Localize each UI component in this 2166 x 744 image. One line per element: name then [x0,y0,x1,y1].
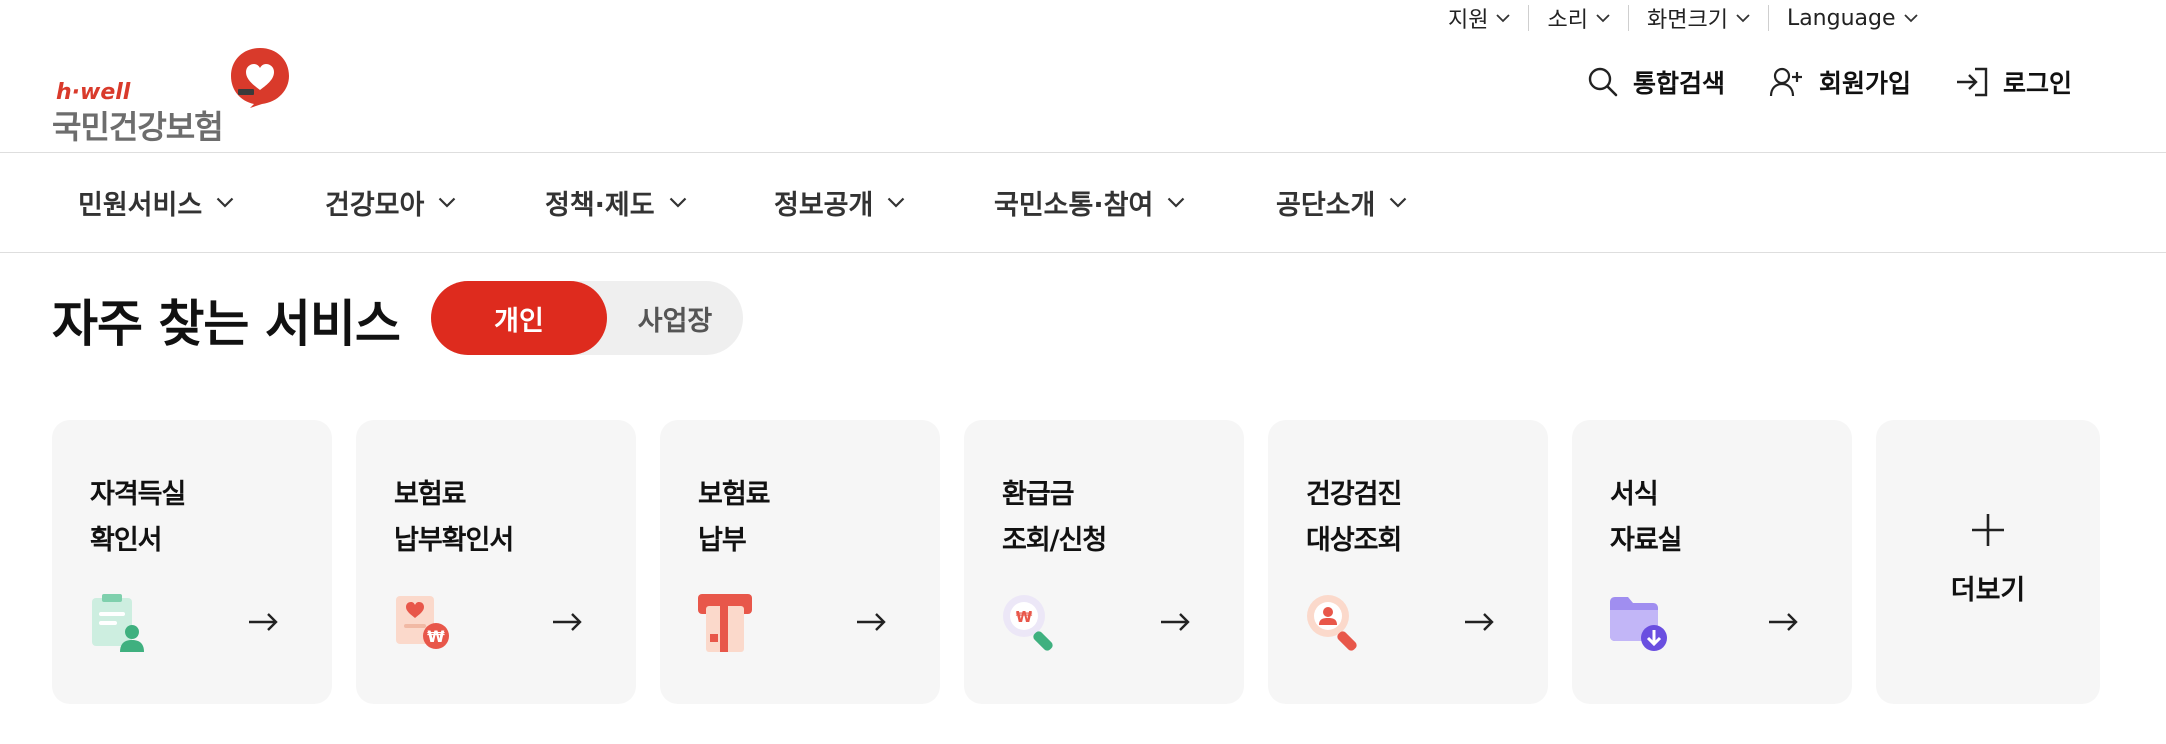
header: h·well 국민건강보험 통합검색 회원가입 로그인 [0,36,2166,153]
add-user-icon [1769,67,1802,97]
chevron-down-icon [888,197,905,208]
card-title: 서식 자료실 [1610,479,1683,556]
logo-name: 국민건강보험 [52,108,224,146]
arrow-right-icon [1161,613,1190,631]
services-toggle: 개인 사업장 [431,281,743,355]
nav-policy[interactable]: 정책·제도 [545,183,687,222]
site-logo[interactable]: h·well 국민건강보험 [52,46,292,146]
chevron-down-icon [439,197,456,208]
card-title: 환급금 조회/신청 [1002,479,1107,556]
more-services-button[interactable]: 더보기 [1876,420,2100,704]
chevron-down-icon [1736,13,1750,22]
nav-civil-services-label: 민원서비스 [78,190,203,221]
service-card[interactable]: 자격득실 확인서 [52,420,332,704]
refund-search-icon: ₩ [1003,595,1053,651]
utility-language-label: Language [1786,5,1896,31]
card-title: 보험료 납부확인서 [394,479,514,556]
svg-text:₩: ₩ [427,627,445,646]
utility-support[interactable]: 지원 [1430,5,1528,33]
chevron-down-icon [1903,13,1918,22]
chevron-down-icon [1390,197,1407,208]
nav-policy-label: 정책·제도 [545,190,655,221]
arrow-right-icon [249,613,278,631]
search-icon [1588,67,1618,97]
card-title: 보험료 납부 [698,479,771,556]
nav-disclosure[interactable]: 정보공개 [774,183,905,222]
login-button[interactable]: 로그인 [1955,64,2072,100]
download-folder-icon [1610,597,1667,651]
chevron-down-icon [1596,13,1610,22]
nav-disclosure-label: 정보공개 [774,190,874,221]
utility-screen-size[interactable]: 화면크기 [1627,5,1768,33]
signup-label: 회원가입 [1818,69,1911,98]
arrow-right-icon [857,613,886,631]
payment-certificate-icon: ₩ [396,596,449,649]
card-title: 건강검진 대상조회 [1306,479,1402,556]
utility-bar: 지원 소리 화면크기 Language [1430,0,1936,36]
nav-communication[interactable]: 국민소통·참여 [994,183,1185,222]
login-label: 로그인 [2002,69,2072,98]
search-label: 통합검색 [1632,69,1725,98]
service-card[interactable]: 보험료 납부확인서 ₩ [356,420,636,704]
signup-button[interactable]: 회원가입 [1769,64,1911,100]
main-navigation: 민원서비스 건강모아 정책·제도 정보공개 국민소통·참여 공단소개 [0,153,2166,253]
service-card[interactable]: 환급금 조회/신청 ₩ [964,420,1244,704]
nav-about[interactable]: 공단소개 [1276,183,1407,222]
card-title: 자격득실 확인서 [90,479,186,556]
heart-logo-icon [231,48,289,108]
arrow-right-icon [1769,613,1798,631]
utility-sound[interactable]: 소리 [1528,5,1627,33]
chevron-down-icon [216,197,234,208]
arrow-right-icon [1465,613,1494,631]
more-label: 더보기 [1950,575,2026,606]
card-payment-icon [698,594,752,652]
integrated-search-button[interactable]: 통합검색 [1587,64,1725,100]
chevron-down-icon [1496,13,1511,22]
services-title: 자주 찾는 서비스 [52,295,401,353]
plus-icon [1972,514,2004,546]
nav-health-moa-label: 건강모아 [325,190,425,221]
service-card[interactable]: 보험료 납부 [660,420,940,704]
utility-sound-label: 소리 [1547,8,1588,33]
chevron-down-icon [1168,197,1185,208]
checkup-search-icon [1307,595,1357,651]
toggle-business[interactable]: 사업장 [607,281,743,355]
utility-language[interactable]: Language [1767,5,1936,31]
utility-screen-size-label: 화면크기 [1646,8,1728,33]
utility-support-label: 지원 [1448,8,1489,33]
qualification-document-icon [92,594,144,652]
header-actions: 통합검색 회원가입 로그인 [1543,64,2072,100]
service-card[interactable]: 서식 자료실 [1572,420,1852,704]
nav-civil-services[interactable]: 민원서비스 [78,183,234,222]
nav-health-moa[interactable]: 건강모아 [325,183,456,222]
svg-text:₩: ₩ [1016,608,1033,626]
service-card[interactable]: 건강검진 대상조회 [1268,420,1548,704]
arrow-right-icon [553,613,582,631]
chevron-down-icon [669,197,686,208]
toggle-individual[interactable]: 개인 [431,281,607,355]
nav-communication-label: 국민소통·참여 [994,190,1154,221]
login-icon [1956,67,1988,97]
nav-about-label: 공단소개 [1276,190,1376,221]
